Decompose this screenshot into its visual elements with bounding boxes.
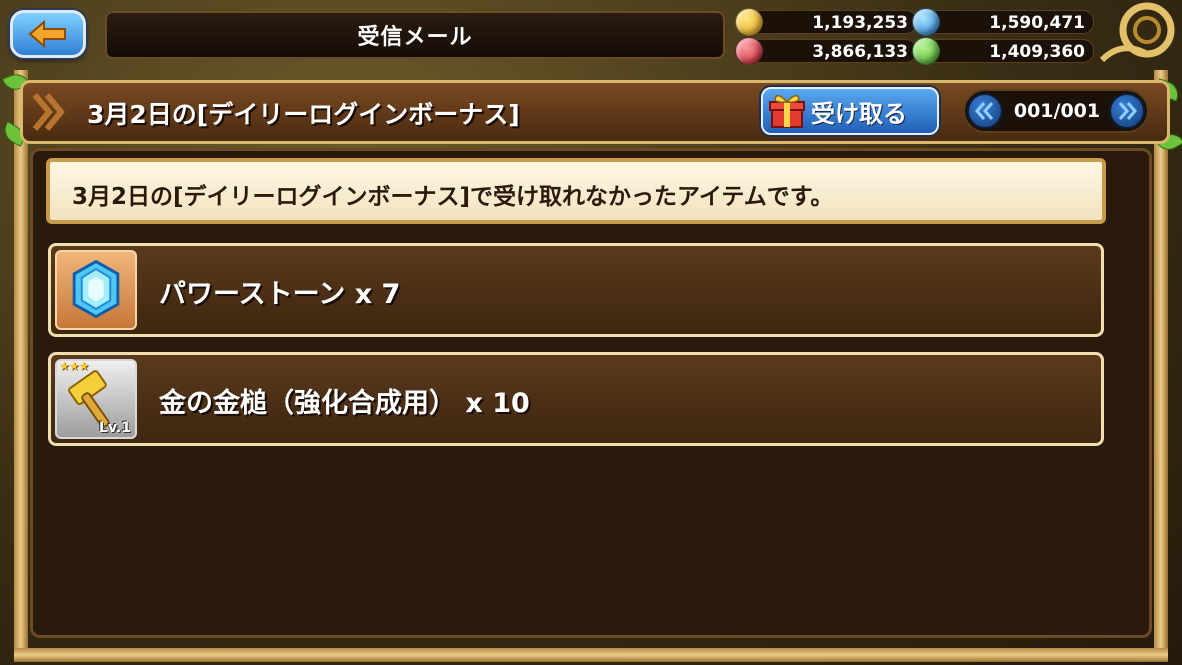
back-button[interactable]: [10, 10, 86, 58]
receive-button-label: 受け取る: [811, 99, 907, 128]
frame-right-border: [1154, 70, 1168, 660]
double-chevron-icon: [32, 93, 65, 131]
currency-gold-value: 1,193,253: [812, 13, 908, 33]
blue-stone-icon: [912, 8, 940, 36]
power-stone-icon-frame: [55, 250, 137, 330]
left-arrow-icon: [28, 20, 66, 48]
message-box: 3月2日の[デイリーログインボーナス]で受け取れなかったアイテムです。: [46, 158, 1106, 224]
currency-green-value: 1,409,360: [989, 42, 1085, 62]
receive-button[interactable]: 受け取る: [761, 87, 939, 135]
frame-left-border: [14, 70, 28, 660]
green-orb-icon: [912, 37, 940, 65]
rarity-stars: ★★★: [59, 359, 89, 373]
gold-hammer-icon-frame: ★★★ Lv.1: [55, 359, 137, 439]
title-bar: 受信メール: [105, 11, 725, 59]
level-badge: Lv.1: [99, 420, 131, 436]
top-bar: 受信メール 1,193,253 1,590,471 3,866,133 1,40…: [0, 0, 1182, 70]
currency-red: 3,866,133: [735, 37, 920, 65]
gold-coin-icon: [735, 8, 763, 36]
message-text: 3月2日の[デイリーログインボーナス]で受け取れなかったアイテムです。: [72, 184, 834, 210]
next-page-button[interactable]: [1109, 93, 1145, 129]
currency-gold: 1,193,253: [735, 8, 920, 36]
mail-title: 3月2日の[デイリーログインボーナス]: [87, 100, 520, 129]
screen-title: 受信メール: [357, 25, 473, 50]
page-indicator: 001/001: [1013, 100, 1101, 122]
reward-item-label: パワーストーン x 7: [159, 279, 401, 310]
currency-green: 1,409,360: [912, 37, 1097, 65]
prev-page-button[interactable]: [967, 93, 1003, 129]
pager: 001/001: [963, 89, 1149, 133]
gift-box-icon: [769, 94, 805, 128]
currency-red-value: 3,866,133: [812, 42, 908, 62]
corner-ornament-icon: [1099, 2, 1175, 63]
double-chevron-left-icon: [975, 102, 994, 120]
reward-item-row[interactable]: パワーストーン x 7: [48, 243, 1104, 337]
frame-bottom-border: [14, 648, 1168, 662]
currency-blue: 1,590,471: [912, 8, 1097, 36]
reward-item-row[interactable]: ★★★ Lv.1 金の金槌（強化合成用） x 10: [48, 352, 1104, 446]
currency-blue-value: 1,590,471: [989, 13, 1085, 33]
power-stone-icon: [72, 259, 120, 319]
double-chevron-right-icon: [1118, 102, 1137, 120]
reward-item-label: 金の金槌（強化合成用） x 10: [159, 388, 530, 419]
mail-header: 3月2日の[デイリーログインボーナス] 受け取る 001/001: [20, 80, 1170, 144]
red-orb-icon: [735, 37, 763, 65]
